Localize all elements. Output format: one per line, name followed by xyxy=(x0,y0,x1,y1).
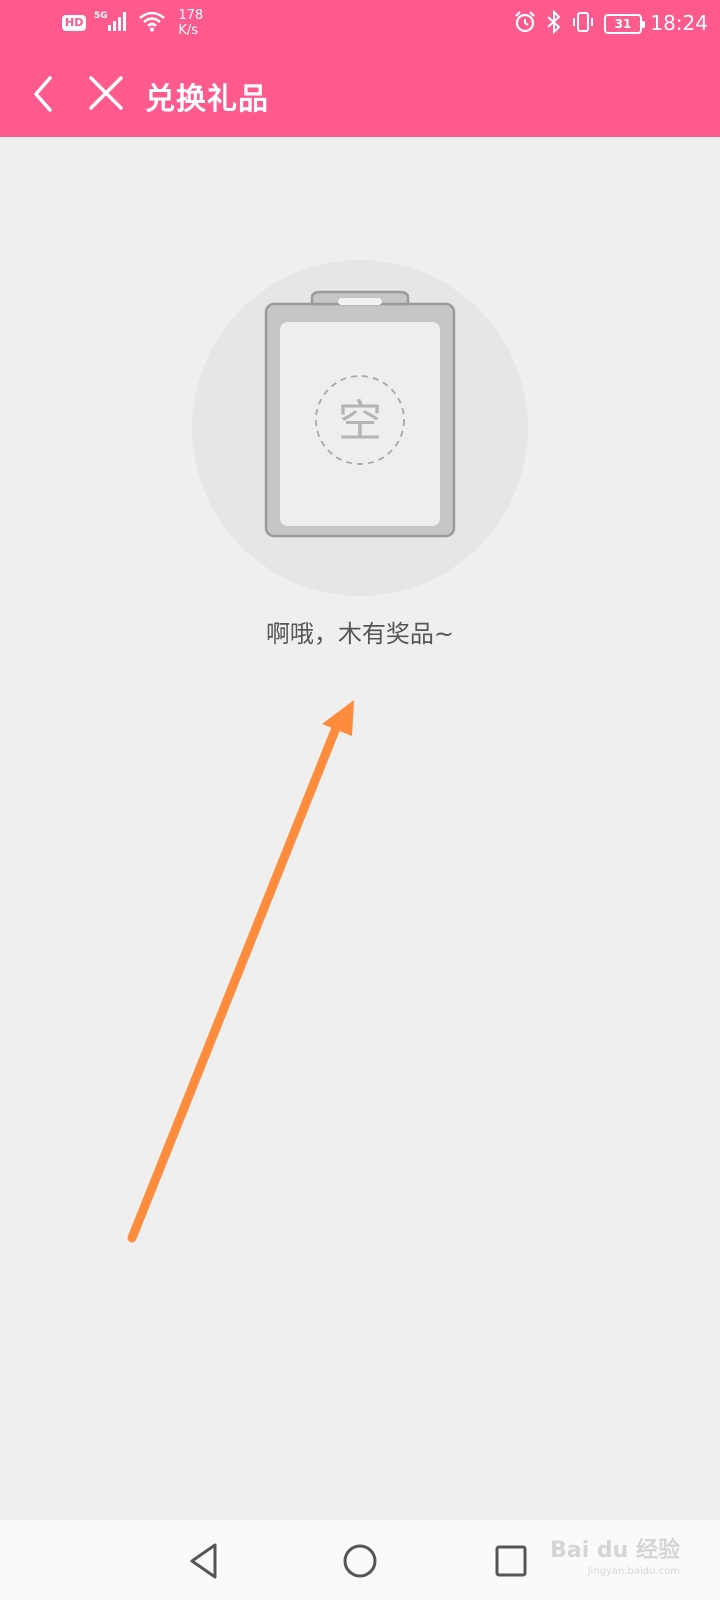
status-right: 31 18:24 xyxy=(513,9,708,38)
net-speed-unit: K/s xyxy=(178,23,199,38)
close-icon xyxy=(89,76,123,110)
chevron-left-icon xyxy=(34,76,52,112)
annotation-arrow xyxy=(127,700,354,1243)
empty-message: 啊哦，木有奖品~ xyxy=(265,620,455,648)
hd-icon: HD xyxy=(62,15,87,31)
recents-square-icon xyxy=(495,1545,527,1577)
empty-clipboard-illustration: 空 xyxy=(190,258,530,598)
bluetooth-icon xyxy=(546,9,562,38)
nav-home-button[interactable] xyxy=(337,1538,383,1584)
wifi-icon xyxy=(138,10,166,36)
home-circle-icon xyxy=(343,1544,377,1578)
alarm-icon xyxy=(513,10,537,38)
watermark-sub: jingyan.baidu.com xyxy=(587,1566,680,1577)
status-left: HD 5G 178 K/s xyxy=(62,8,203,38)
vibrate-icon xyxy=(571,10,595,38)
close-button[interactable] xyxy=(82,68,132,118)
battery-icon: 31 xyxy=(604,14,645,34)
page-title: 兑换礼品 xyxy=(145,82,269,117)
nav-recents-button[interactable] xyxy=(488,1538,534,1584)
signal-5g-icon: 5G xyxy=(94,9,130,37)
app-bar: 兑换礼品 xyxy=(0,50,720,137)
net-speed: 178 K/s xyxy=(178,8,203,38)
watermark: Bai du 经验 xyxy=(550,1538,680,1563)
net-speed-value: 178 xyxy=(178,8,204,23)
empty-badge-text: 空 xyxy=(338,396,382,447)
status-bar: HD 5G 178 K/s 31 18:24 xyxy=(0,0,720,50)
nav-back-button[interactable] xyxy=(182,1538,228,1584)
back-triangle-icon xyxy=(190,1543,217,1579)
back-button[interactable] xyxy=(22,68,72,118)
network-label: 5G xyxy=(94,11,108,21)
status-time: 18:24 xyxy=(650,11,708,35)
